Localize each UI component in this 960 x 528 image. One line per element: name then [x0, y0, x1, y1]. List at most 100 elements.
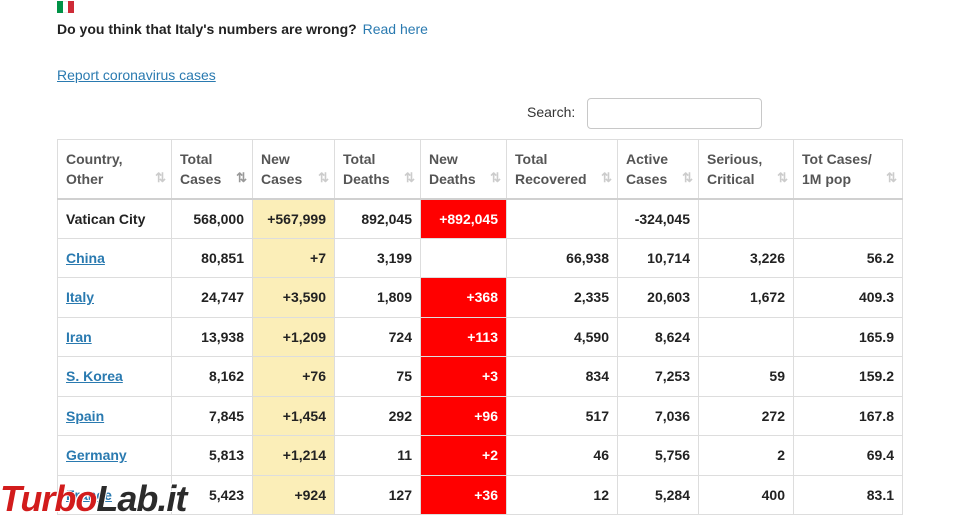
header-label-line1: Total: [180, 151, 213, 167]
header-label-line2: Cases: [626, 171, 668, 187]
permil-cell: [793, 198, 903, 239]
country-link[interactable]: Spain: [66, 408, 104, 424]
column-header-total-deaths[interactable]: Total Deaths ⇅: [334, 139, 421, 200]
table-body: Vatican City 568,000 +567,999 892,045 +892,0…: [57, 198, 903, 515]
active-cell: 5,756: [617, 435, 699, 476]
newdeaths-cell: +892,045: [420, 198, 507, 239]
sort-icon[interactable]: ⇅: [490, 168, 501, 188]
column-header-new-deaths[interactable]: New Deaths ⇅: [420, 139, 507, 200]
country-cell: Vatican City: [57, 198, 172, 239]
country-cell[interactable]: Spain: [57, 395, 172, 436]
country-link[interactable]: Iran: [66, 329, 92, 345]
header-label-line2: Critical: [707, 171, 755, 187]
serious-cell: 2: [698, 435, 794, 476]
country-cell[interactable]: S. Korea: [57, 356, 172, 397]
country-cell[interactable]: China: [57, 237, 172, 278]
table-row: Germany 5,813 +1,214 11 +2 46 5,756 2 69.4: [57, 435, 903, 476]
italy-flag-icon: [57, 1, 75, 13]
permil-cell: 165.9: [793, 316, 903, 357]
permil-cell: 167.8: [793, 395, 903, 436]
search-label: Search:: [527, 104, 576, 120]
totaldeaths-cell: 11: [334, 435, 421, 476]
newdeaths-cell: +2: [420, 435, 507, 476]
table-row: Italy 24,747 +3,590 1,809 +368 2,335 20,603 1,6…: [57, 277, 903, 318]
recovered-cell: 4,590: [506, 316, 618, 357]
newdeaths-cell: [420, 237, 507, 278]
serious-cell: 3,226: [698, 237, 794, 278]
column-header-total-cases[interactable]: Total Cases ⇅: [171, 139, 253, 200]
sort-icon[interactable]: ⇅: [886, 168, 897, 188]
country-link[interactable]: Italy: [66, 289, 94, 305]
recovered-cell: 66,938: [506, 237, 618, 278]
newcases-cell: +924: [252, 474, 335, 515]
column-header-new-cases[interactable]: New Cases ⇅: [252, 139, 335, 200]
active-cell: 5,284: [617, 474, 699, 515]
sort-icon[interactable]: ⇅: [404, 168, 415, 188]
totalcases-cell: 80,851: [171, 237, 253, 278]
header-label-line2: Other: [66, 171, 104, 187]
serious-cell: 1,672: [698, 277, 794, 318]
permil-cell: 69.4: [793, 435, 903, 476]
table-row: S. Korea 8,162 +76 75 +3 834 7,253 59 159.2: [57, 356, 903, 397]
newcases-cell: +1,209: [252, 316, 335, 357]
recovered-cell: 517: [506, 395, 618, 436]
column-header-serious-critical[interactable]: Serious, Critical ⇅: [698, 139, 794, 200]
italy-question: Do you think that Italy's numbers are wr…: [57, 21, 428, 37]
permil-cell: 409.3: [793, 277, 903, 318]
column-header-total-recovered[interactable]: Total Recovered ⇅: [506, 139, 618, 200]
country-link[interactable]: Germany: [66, 447, 127, 463]
header-label-line2: Deaths: [429, 171, 476, 187]
search-input[interactable]: [587, 98, 762, 129]
recovered-cell: 12: [506, 474, 618, 515]
read-here-link[interactable]: Read here: [363, 21, 428, 37]
sort-icon[interactable]: ⇅: [318, 168, 329, 188]
sort-icon[interactable]: ⇅: [777, 168, 788, 188]
question-text: Do you think that Italy's numbers are wr…: [57, 21, 357, 37]
totaldeaths-cell: 892,045: [334, 198, 421, 239]
column-header-active-cases[interactable]: Active Cases ⇅: [617, 139, 699, 200]
newcases-cell: +76: [252, 356, 335, 397]
newcases-cell: +7: [252, 237, 335, 278]
header-label-line1: Serious,: [707, 151, 763, 167]
serious-cell: 400: [698, 474, 794, 515]
column-header-cases-per-million[interactable]: Tot Cases/1M pop ⇅: [793, 139, 903, 200]
sort-icon[interactable]: ⇅: [601, 168, 612, 188]
header-label-line1: New: [261, 151, 290, 167]
country-link[interactable]: China: [66, 250, 105, 266]
header-label-line2: Deaths: [343, 171, 390, 187]
totalcases-cell: 13,938: [171, 316, 253, 357]
flag-red-stripe: [68, 1, 75, 13]
column-header-country[interactable]: Country, Other ⇅: [57, 139, 172, 200]
watermark-part2: Lab.it: [96, 478, 187, 519]
newcases-cell: +1,214: [252, 435, 335, 476]
table-row: Spain 7,845 +1,454 292 +96 517 7,036 272 167.8: [57, 395, 903, 436]
totalcases-cell: 8,162: [171, 356, 253, 397]
header-label-line2: Recovered: [515, 171, 587, 187]
sort-icon[interactable]: ⇅: [682, 168, 693, 188]
newdeaths-cell: +36: [420, 474, 507, 515]
country-cell[interactable]: Italy: [57, 277, 172, 318]
sort-icon[interactable]: ⇅: [155, 168, 166, 188]
active-cell: 20,603: [617, 277, 699, 318]
country-cell[interactable]: Iran: [57, 316, 172, 357]
header-label-line2: Cases: [261, 171, 303, 187]
country-link[interactable]: S. Korea: [66, 368, 123, 384]
country-cell[interactable]: Germany: [57, 435, 172, 476]
header-label-line1: Tot Cases/: [802, 151, 872, 167]
newdeaths-cell: +96: [420, 395, 507, 436]
sort-icon[interactable]: ⇅: [236, 168, 247, 188]
turbolab-watermark: TurboLab.it: [0, 478, 250, 528]
header-label-line1: Total: [343, 151, 376, 167]
serious-cell: [698, 198, 794, 239]
coronavirus-table: Country, Other ⇅ Total Cases ⇅ New Cases ⇅ Total D…: [57, 139, 903, 515]
newcases-cell: +1,454: [252, 395, 335, 436]
totalcases-cell: 5,813: [171, 435, 253, 476]
totaldeaths-cell: 1,809: [334, 277, 421, 318]
totalcases-cell: 568,000: [171, 198, 253, 239]
serious-cell: 272: [698, 395, 794, 436]
permil-cell: 83.1: [793, 474, 903, 515]
report-cases-link[interactable]: Report coronavirus cases: [57, 67, 216, 83]
newcases-cell: +3,590: [252, 277, 335, 318]
table-row: Vatican City 568,000 +567,999 892,045 +892,0…: [57, 198, 903, 239]
totaldeaths-cell: 127: [334, 474, 421, 515]
